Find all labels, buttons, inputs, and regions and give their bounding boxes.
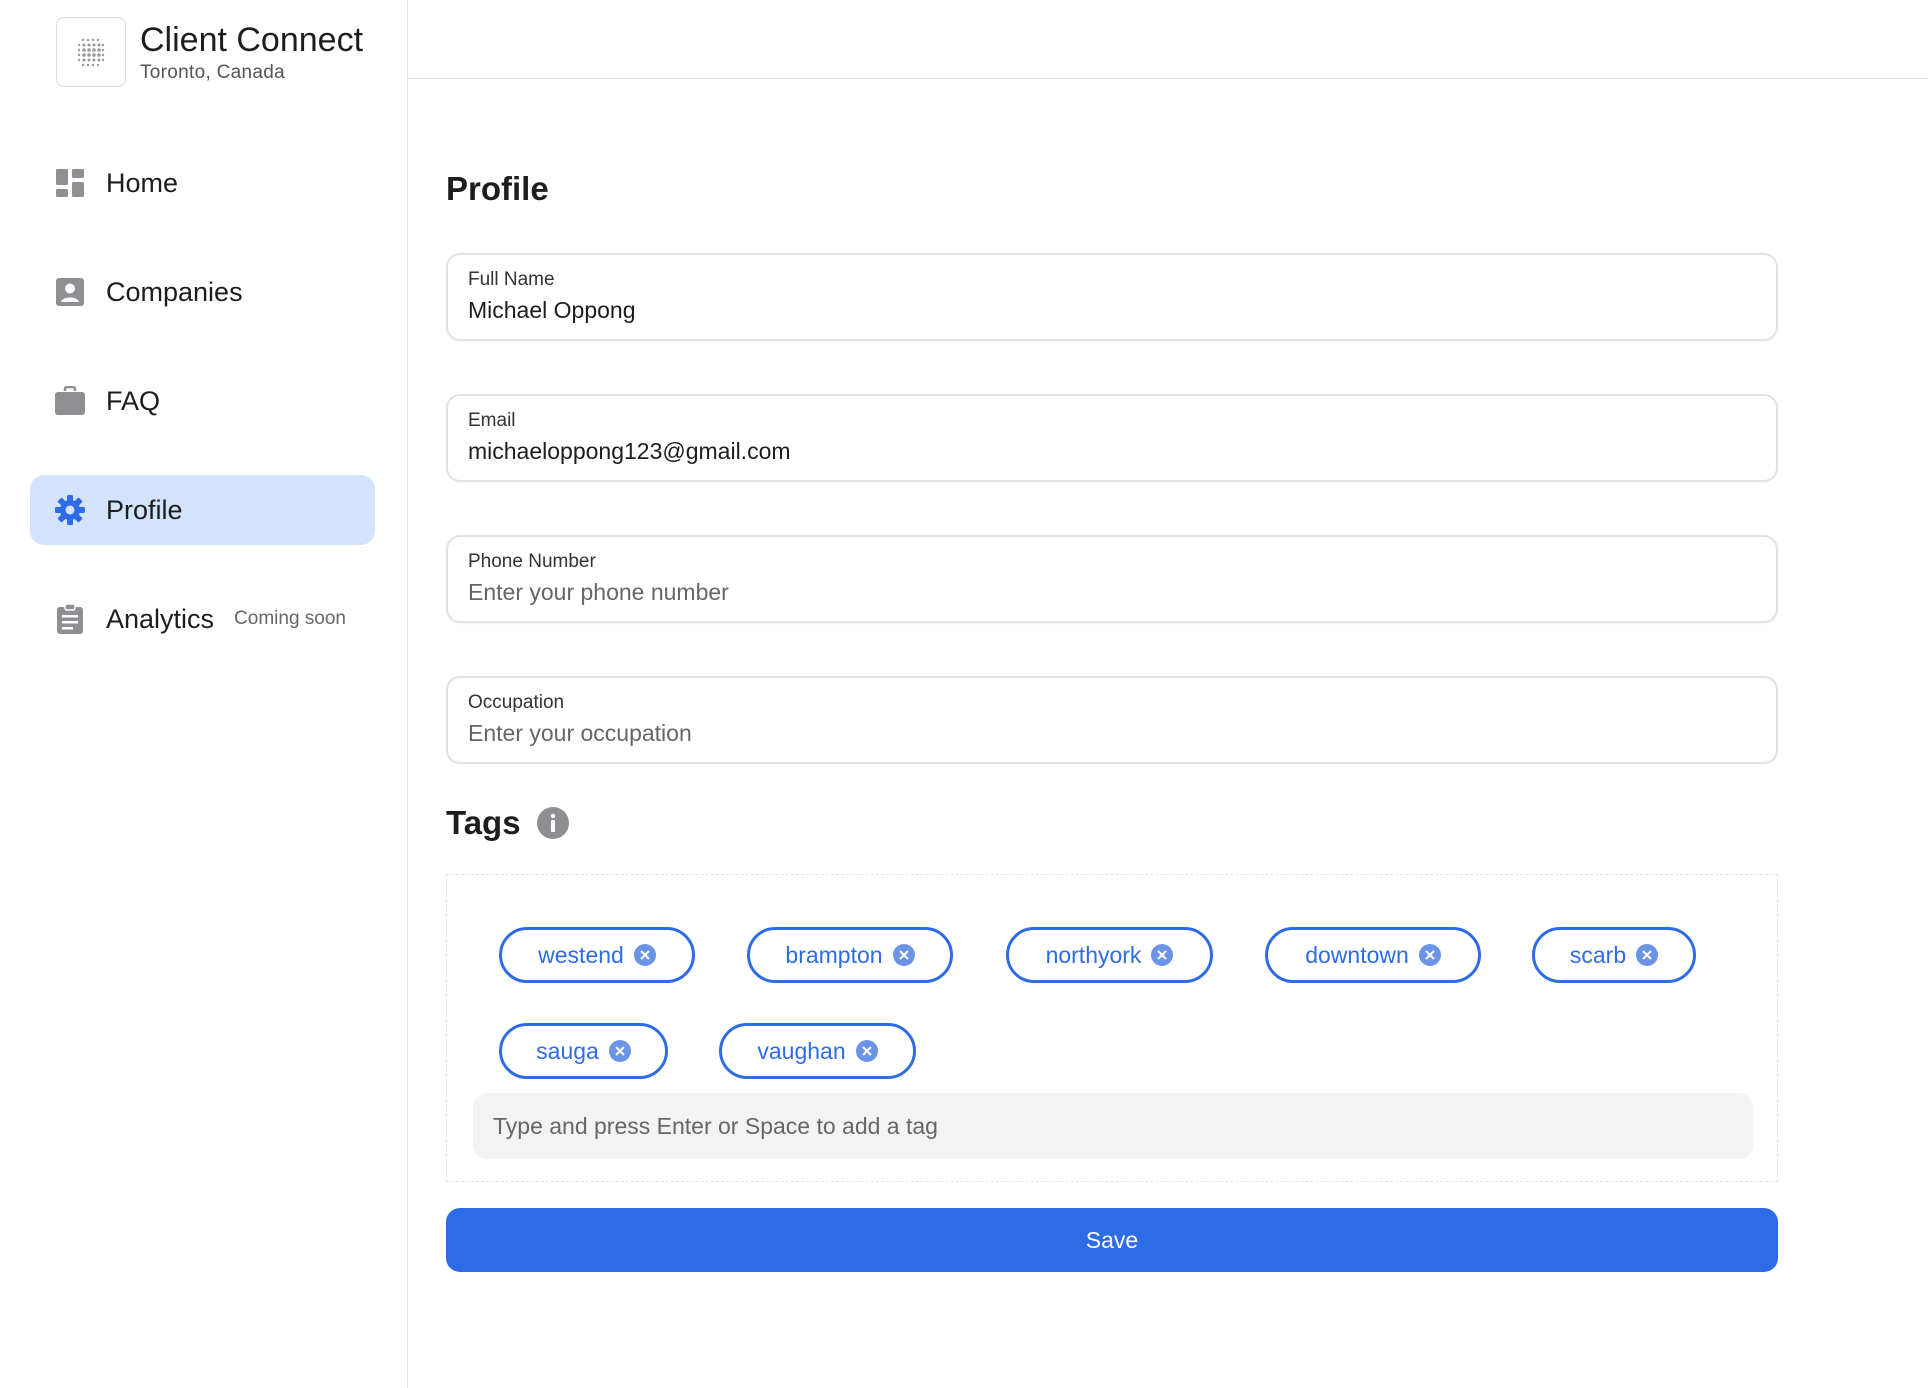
sidebar-item-faq[interactable]: FAQ	[30, 366, 375, 436]
sidebar-item-label: Companies	[106, 276, 243, 307]
phone-label: Phone Number	[468, 551, 596, 572]
remove-tag-icon[interactable]	[608, 1040, 631, 1062]
tag-label: downtown	[1305, 941, 1409, 968]
app-title: Client Connect	[140, 21, 364, 59]
remove-tag-icon[interactable]	[1151, 944, 1174, 966]
sidebar-item-profile[interactable]: Profile	[30, 475, 375, 545]
tag-label: northyork	[1045, 941, 1142, 968]
tags-title: Tags	[446, 804, 521, 841]
save-button[interactable]: Save	[446, 1208, 1778, 1272]
app-logo	[56, 17, 126, 87]
tag-label: vaughan	[757, 1037, 846, 1064]
tag-chip: sauga	[499, 1023, 668, 1079]
contact-icon	[54, 276, 86, 308]
remove-tag-icon[interactable]	[1636, 944, 1659, 966]
occupation-input[interactable]	[468, 720, 1756, 747]
full-name-input[interactable]	[468, 297, 1756, 324]
email-label: Email	[468, 410, 516, 431]
remove-tag-icon[interactable]	[1418, 944, 1441, 966]
sidebar-item-companies[interactable]: Companies	[30, 257, 375, 327]
full-name-field[interactable]: Full Name	[446, 253, 1778, 341]
gear-icon	[54, 494, 86, 526]
tag-chip: downtown	[1265, 927, 1481, 983]
tag-label: scarb	[1569, 941, 1627, 968]
app-location: Toronto, Canada	[140, 62, 285, 83]
tags-heading: Tags	[446, 804, 569, 842]
tag-chip: brampton	[747, 927, 953, 983]
clipboard-icon	[54, 603, 86, 635]
sidebar-nav: Home Companies FAQ Profile Analytics Com…	[30, 148, 375, 693]
coming-soon-badge: Coming soon	[234, 608, 346, 629]
tag-input-wrapper	[473, 1093, 1753, 1159]
phone-input[interactable]	[468, 579, 1756, 606]
tag-label: westend	[538, 941, 624, 968]
tag-chip: vaughan	[719, 1023, 916, 1079]
email-field[interactable]: Email	[446, 394, 1778, 482]
sidebar-item-label: Profile	[106, 494, 183, 525]
sidebar-item-home[interactable]: Home	[30, 148, 375, 218]
sidebar-item-label: Analytics	[106, 603, 215, 634]
dashboard-icon	[54, 167, 86, 199]
page-title: Profile	[446, 170, 549, 207]
dot-grid-icon	[77, 38, 105, 67]
sidebar: Client Connect Toronto, Canada Home Comp…	[0, 0, 408, 1388]
tag-chip: scarb	[1532, 927, 1696, 983]
tag-chip: westend	[499, 927, 695, 983]
tags-container: westend brampton northyork downtown scar…	[446, 874, 1778, 1182]
sidebar-item-analytics[interactable]: Analytics Coming soon	[30, 584, 375, 654]
phone-field[interactable]: Phone Number	[446, 535, 1778, 623]
tag-chip: northyork	[1006, 927, 1213, 983]
tag-label: sauga	[536, 1037, 599, 1064]
remove-tag-icon[interactable]	[855, 1040, 878, 1062]
sidebar-item-label: Home	[106, 167, 179, 198]
full-name-label: Full Name	[468, 269, 555, 290]
brand: Client Connect Toronto, Canada	[56, 17, 363, 87]
briefcase-icon	[54, 385, 86, 417]
tag-input[interactable]	[493, 1112, 1733, 1140]
sidebar-item-label: FAQ	[106, 385, 161, 416]
top-bar	[408, 0, 1928, 79]
email-input[interactable]	[468, 438, 1756, 465]
remove-tag-icon[interactable]	[892, 944, 915, 966]
remove-tag-icon[interactable]	[633, 944, 656, 966]
occupation-field[interactable]: Occupation	[446, 676, 1778, 764]
info-icon[interactable]	[536, 807, 569, 839]
tag-label: brampton	[785, 941, 883, 968]
occupation-label: Occupation	[468, 692, 565, 713]
